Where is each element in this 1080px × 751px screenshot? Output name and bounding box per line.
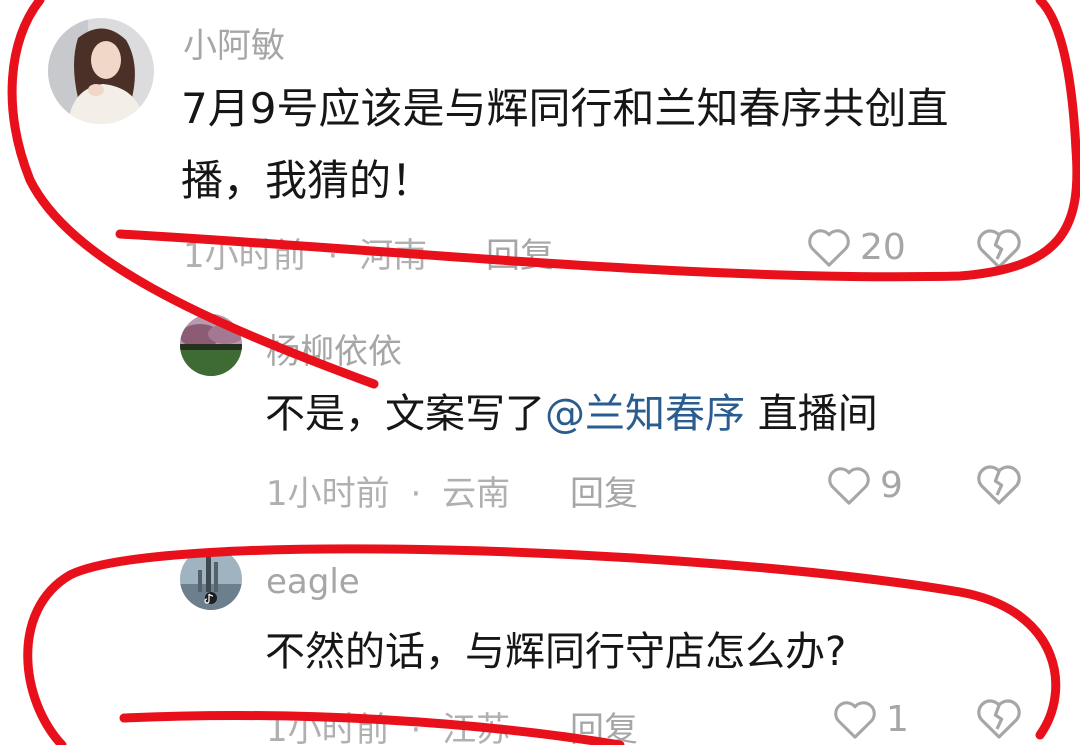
username[interactable]: 杨柳依依 [266, 324, 402, 373]
location: 河南 [359, 236, 428, 276]
separator: · [410, 474, 422, 514]
location: 江苏 [442, 710, 511, 750]
broken-heart-icon [977, 465, 1021, 505]
dislike-button[interactable] [975, 696, 1023, 744]
comment-text-line-1: 7月9号应该是与辉同行和兰知春序共创直 [181, 84, 949, 133]
comment-3: eagle 不然的话，与辉同行守店怎么办? 1小时前 · 江苏 回复 1 [0, 540, 1080, 750]
comment-2: 杨柳依依 不是，文案写了@兰知春序 直播间 1小时前 · 云南 回复 9 [0, 300, 1080, 530]
timestamp: 1小时前 [266, 474, 390, 514]
comment-text: 不是，文案写了@兰知春序 直播间 [265, 394, 878, 434]
separator: · [327, 236, 339, 276]
broken-heart-icon [977, 699, 1021, 739]
like-button[interactable]: 20 [806, 224, 906, 270]
location: 云南 [442, 474, 511, 514]
separator: · [410, 710, 422, 750]
comment-meta: 1小时前 · 云南 [266, 466, 510, 515]
reply-button[interactable]: 回复 [570, 466, 638, 515]
dislike-button[interactable] [975, 462, 1023, 510]
comment-1: 小阿敏 7月9号应该是与辉同行和兰知春序共创直 播，我猜的！ 1小时前 · 河南… [0, 0, 1080, 290]
avatar-photo-landscape [180, 314, 242, 376]
like-button[interactable]: 1 [832, 696, 909, 742]
reply-button[interactable]: 回复 [570, 702, 638, 751]
timestamp: 1小时前 [183, 236, 307, 276]
avatar[interactable] [180, 314, 242, 376]
comment-meta: 1小时前 · 河南 [183, 228, 427, 277]
like-count: 20 [860, 226, 906, 268]
avatar[interactable] [48, 18, 154, 124]
mention-link[interactable]: @兰知春序 [545, 391, 745, 437]
reply-button[interactable]: 回复 [486, 228, 554, 277]
avatar-photo-woman [48, 18, 154, 124]
like-count: 9 [880, 464, 903, 506]
dislike-button[interactable] [975, 226, 1023, 274]
comment-text-line-2: 播，我猜的！ [181, 156, 434, 205]
comment-text-prefix: 不是，文案写了 [265, 391, 545, 437]
timestamp: 1小时前 [266, 710, 390, 750]
username[interactable]: 小阿敏 [183, 18, 285, 67]
like-button[interactable]: 9 [826, 462, 903, 508]
username[interactable]: eagle [266, 562, 360, 602]
comment-meta: 1小时前 · 江苏 [266, 702, 510, 751]
broken-heart-icon [977, 229, 1021, 269]
heart-outline-icon [834, 701, 876, 739]
avatar[interactable] [180, 548, 242, 610]
comment-text-line-1: 不然的话，与辉同行守店怎么办? [265, 629, 847, 675]
comment-text-suffix: 直播间 [745, 391, 878, 437]
avatar-photo-skyline [180, 548, 242, 610]
heart-outline-icon [808, 229, 850, 267]
like-count: 1 [886, 698, 909, 740]
heart-outline-icon [828, 467, 870, 505]
